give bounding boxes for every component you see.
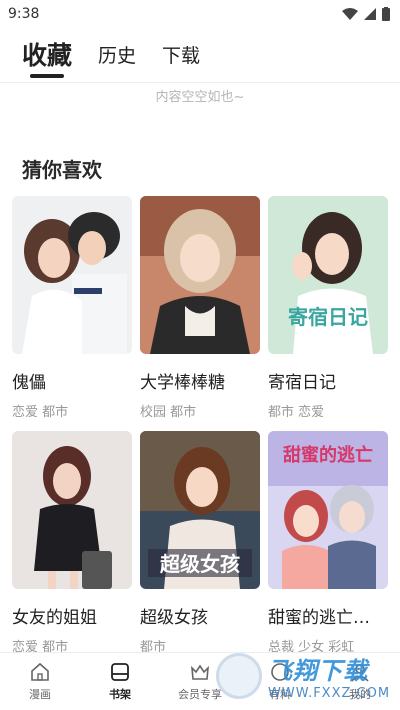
tab-downloads[interactable]: 下载 [162, 41, 200, 78]
home-icon [31, 662, 49, 681]
status-time: 9:38 [8, 6, 40, 22]
recommend-grid: 傀儡 恋爱 都市 大学棒棒糖 校园 都市 寄宿日记 寄宿日记 都市 恋爱 女友的… [0, 196, 400, 666]
comic-title: 女友的姐姐 [12, 608, 97, 628]
comic-card[interactable]: 超级女孩 超级女孩 都市 [140, 431, 260, 666]
shelf-tabs: 收藏 历史 下载 [0, 28, 400, 78]
comic-title: 傀儡 [12, 373, 46, 393]
nav-item-comics[interactable]: 漫画 [0, 653, 80, 710]
comic-cover [140, 196, 260, 354]
comic-cover: 寄宿日记 [268, 196, 388, 354]
comic-cover: 超级女孩 [140, 431, 260, 589]
comic-card[interactable]: 寄宿日记 寄宿日记 都市 恋爱 [268, 196, 388, 431]
comic-cover: 甜蜜的逃亡 [268, 431, 388, 589]
comic-cover [12, 196, 132, 354]
comic-card[interactable]: 甜蜜的逃亡 甜蜜的逃亡… 总裁 少女 彩虹 [268, 431, 388, 666]
comic-title: 甜蜜的逃亡… [268, 608, 370, 628]
bookshelf-icon [111, 663, 129, 681]
nav-item-bookshelf[interactable]: 书架 [80, 653, 160, 710]
crown-icon [191, 664, 209, 680]
nav-label: 书架 [109, 688, 131, 701]
comic-cover [12, 431, 132, 589]
comic-title: 大学棒棒糖 [140, 373, 225, 393]
recommend-section-title: 猜你喜欢 [22, 158, 102, 182]
cover-title-text: 甜蜜的逃亡 [283, 444, 373, 466]
cover-title-text: 超级女孩 [159, 552, 240, 576]
nav-label: 漫画 [29, 688, 51, 701]
status-bar: 9:38 [0, 0, 400, 28]
comic-card[interactable]: 傀儡 恋爱 都市 [12, 196, 132, 431]
watermark-brand: 飞翔下载 [268, 657, 368, 685]
watermark-logo-icon [216, 653, 262, 699]
cover-title-text: 寄宿日记 [288, 305, 368, 329]
watermark-url: WWW.FXXZ.COM [268, 686, 391, 701]
empty-state-text: 内容空空如也~ [155, 90, 245, 105]
comic-tags: 都市 恋爱 [268, 405, 325, 420]
comic-card[interactable]: 女友的姐姐 恋爱 都市 [12, 431, 132, 666]
battery-icon [382, 7, 390, 21]
tab-favorites[interactable]: 收藏 [22, 36, 72, 78]
tabs-divider [0, 82, 400, 83]
comic-card[interactable]: 大学棒棒糖 校园 都市 [140, 196, 260, 431]
tab-history[interactable]: 历史 [98, 41, 136, 78]
comic-title: 寄宿日记 [268, 373, 336, 393]
comic-title: 超级女孩 [140, 608, 208, 628]
watermark: 飞翔下载 WWW.FXXZ.COM [216, 648, 396, 704]
comic-tags: 恋爱 都市 [12, 405, 69, 420]
comic-tags: 校园 都市 [140, 405, 197, 420]
signal-icon [364, 8, 376, 20]
wifi-icon [342, 8, 358, 20]
